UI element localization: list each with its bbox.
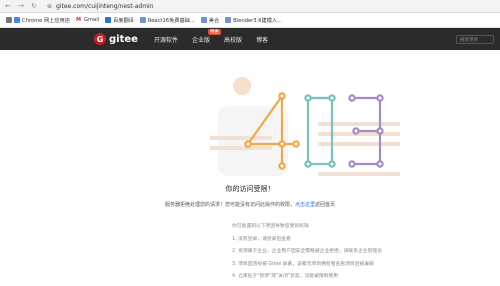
nav-education[interactable]: 高校版 [224, 35, 242, 44]
search-placeholder: 搜索项目 [460, 37, 478, 43]
translate-icon [105, 17, 112, 23]
digit-3-glyph [348, 94, 384, 168]
nav-open-source[interactable]: 开源软件 [154, 35, 178, 44]
nav-enterprise-label: 企业版 [191, 36, 210, 44]
reasons-heading: 你可能遇到以下原因导致您受到权限 [232, 224, 309, 229]
bookmark-meihe[interactable]: 美合 [200, 17, 220, 24]
bookmark-chrome-store[interactable]: Chrome 网上应用店 [6, 17, 70, 24]
apps-grid-icon [6, 17, 12, 23]
bookmark-gmail[interactable]: M Gmail [75, 17, 100, 23]
browser-toolbar: ← → ↻ ⊕ gitee.com/cuijinteng/nest-admin [0, 0, 500, 13]
address-bar[interactable]: ⊕ gitee.com/cuijinteng/nest-admin [47, 1, 496, 11]
decor-panel [218, 106, 288, 176]
back-icon[interactable]: ← [3, 1, 13, 11]
url-text: gitee.com/cuijinteng/nest-admin [56, 2, 154, 10]
promo-badge: 特惠 [207, 28, 221, 35]
digit-0-glyph [304, 94, 336, 168]
bookmark-label: Gmail [83, 17, 100, 23]
bookmarks-bar: Chrome 网上应用店 M Gmail 百度翻译 React16免费基础...… [0, 13, 500, 28]
gitee-logo-icon[interactable]: G [94, 33, 106, 45]
bookmark-blender[interactable]: Blender3.6建模入... [225, 17, 282, 24]
subtitle-text: 服务器拒绝处理您的请求！您可能没有访问此操作的权限， [164, 202, 295, 208]
reason-item: 4. 仓库处于"暂停"或"关闭"状态，功能被限制使用 [232, 274, 339, 279]
bookmark-label: Blender3.6建模入... [233, 17, 283, 24]
folder-icon [225, 17, 232, 23]
subtitle-tail: 返回首页 [315, 202, 336, 208]
bookmark-label: 美合 [208, 17, 220, 24]
bookmark-label: React16免费基础... [147, 17, 195, 24]
reload-icon[interactable]: ↻ [29, 1, 39, 11]
folder-icon [139, 17, 146, 23]
error-403-illustration [210, 77, 400, 176]
reason-item: 3. 项目因违规被 Gitee 屏蔽，该聚无项目拥有者查看项目后被屏蔽 [232, 261, 374, 267]
gmail-icon: M [75, 17, 82, 23]
folder-icon [200, 17, 207, 23]
page-subtitle: 服务器拒绝处理您的请求！您可能没有访问此操作的权限，点击这里返回首页 [0, 201, 500, 208]
chrome-icon [14, 17, 20, 23]
lock-icon: ⊕ [47, 2, 53, 10]
nav-blog[interactable]: 博客 [256, 35, 268, 44]
bookmark-baidu-translate[interactable]: 百度翻译 [105, 17, 134, 24]
forward-icon[interactable]: → [16, 1, 26, 11]
home-link[interactable]: 点击这里 [295, 202, 315, 208]
reasons-list: 你可能遇到以下原因导致您受到权限 1. 没有登录，请登录后查看 2. 资源属于企… [232, 221, 382, 284]
main-content: 你的访问受限！ 服务器拒绝处理您的请求！您可能没有访问此操作的权限，点击这里返回… [0, 50, 500, 286]
search-input[interactable]: 搜索项目 [456, 35, 494, 44]
gitee-header: G gitee 开源软件 企业版 特惠 高校版 博客 搜索项目 [0, 28, 500, 50]
reason-item: 1. 没有登录，请登录后查看 [232, 236, 291, 242]
reason-item: 2. 资源属于企业，企业用户因安全策略被企业拒绝，请联系企业管理员 [232, 249, 383, 254]
page-title: 你的访问受限！ [225, 185, 275, 193]
decor-circle [233, 77, 251, 95]
bookmark-label: Chrome 网上应用店 [22, 17, 70, 24]
gitee-logo-text[interactable]: gitee [109, 34, 138, 45]
nav-enterprise[interactable]: 企业版 特惠 [191, 28, 221, 44]
bookmark-label: 百度翻译 [113, 17, 134, 24]
bookmark-react16[interactable]: React16免费基础... [139, 17, 195, 24]
